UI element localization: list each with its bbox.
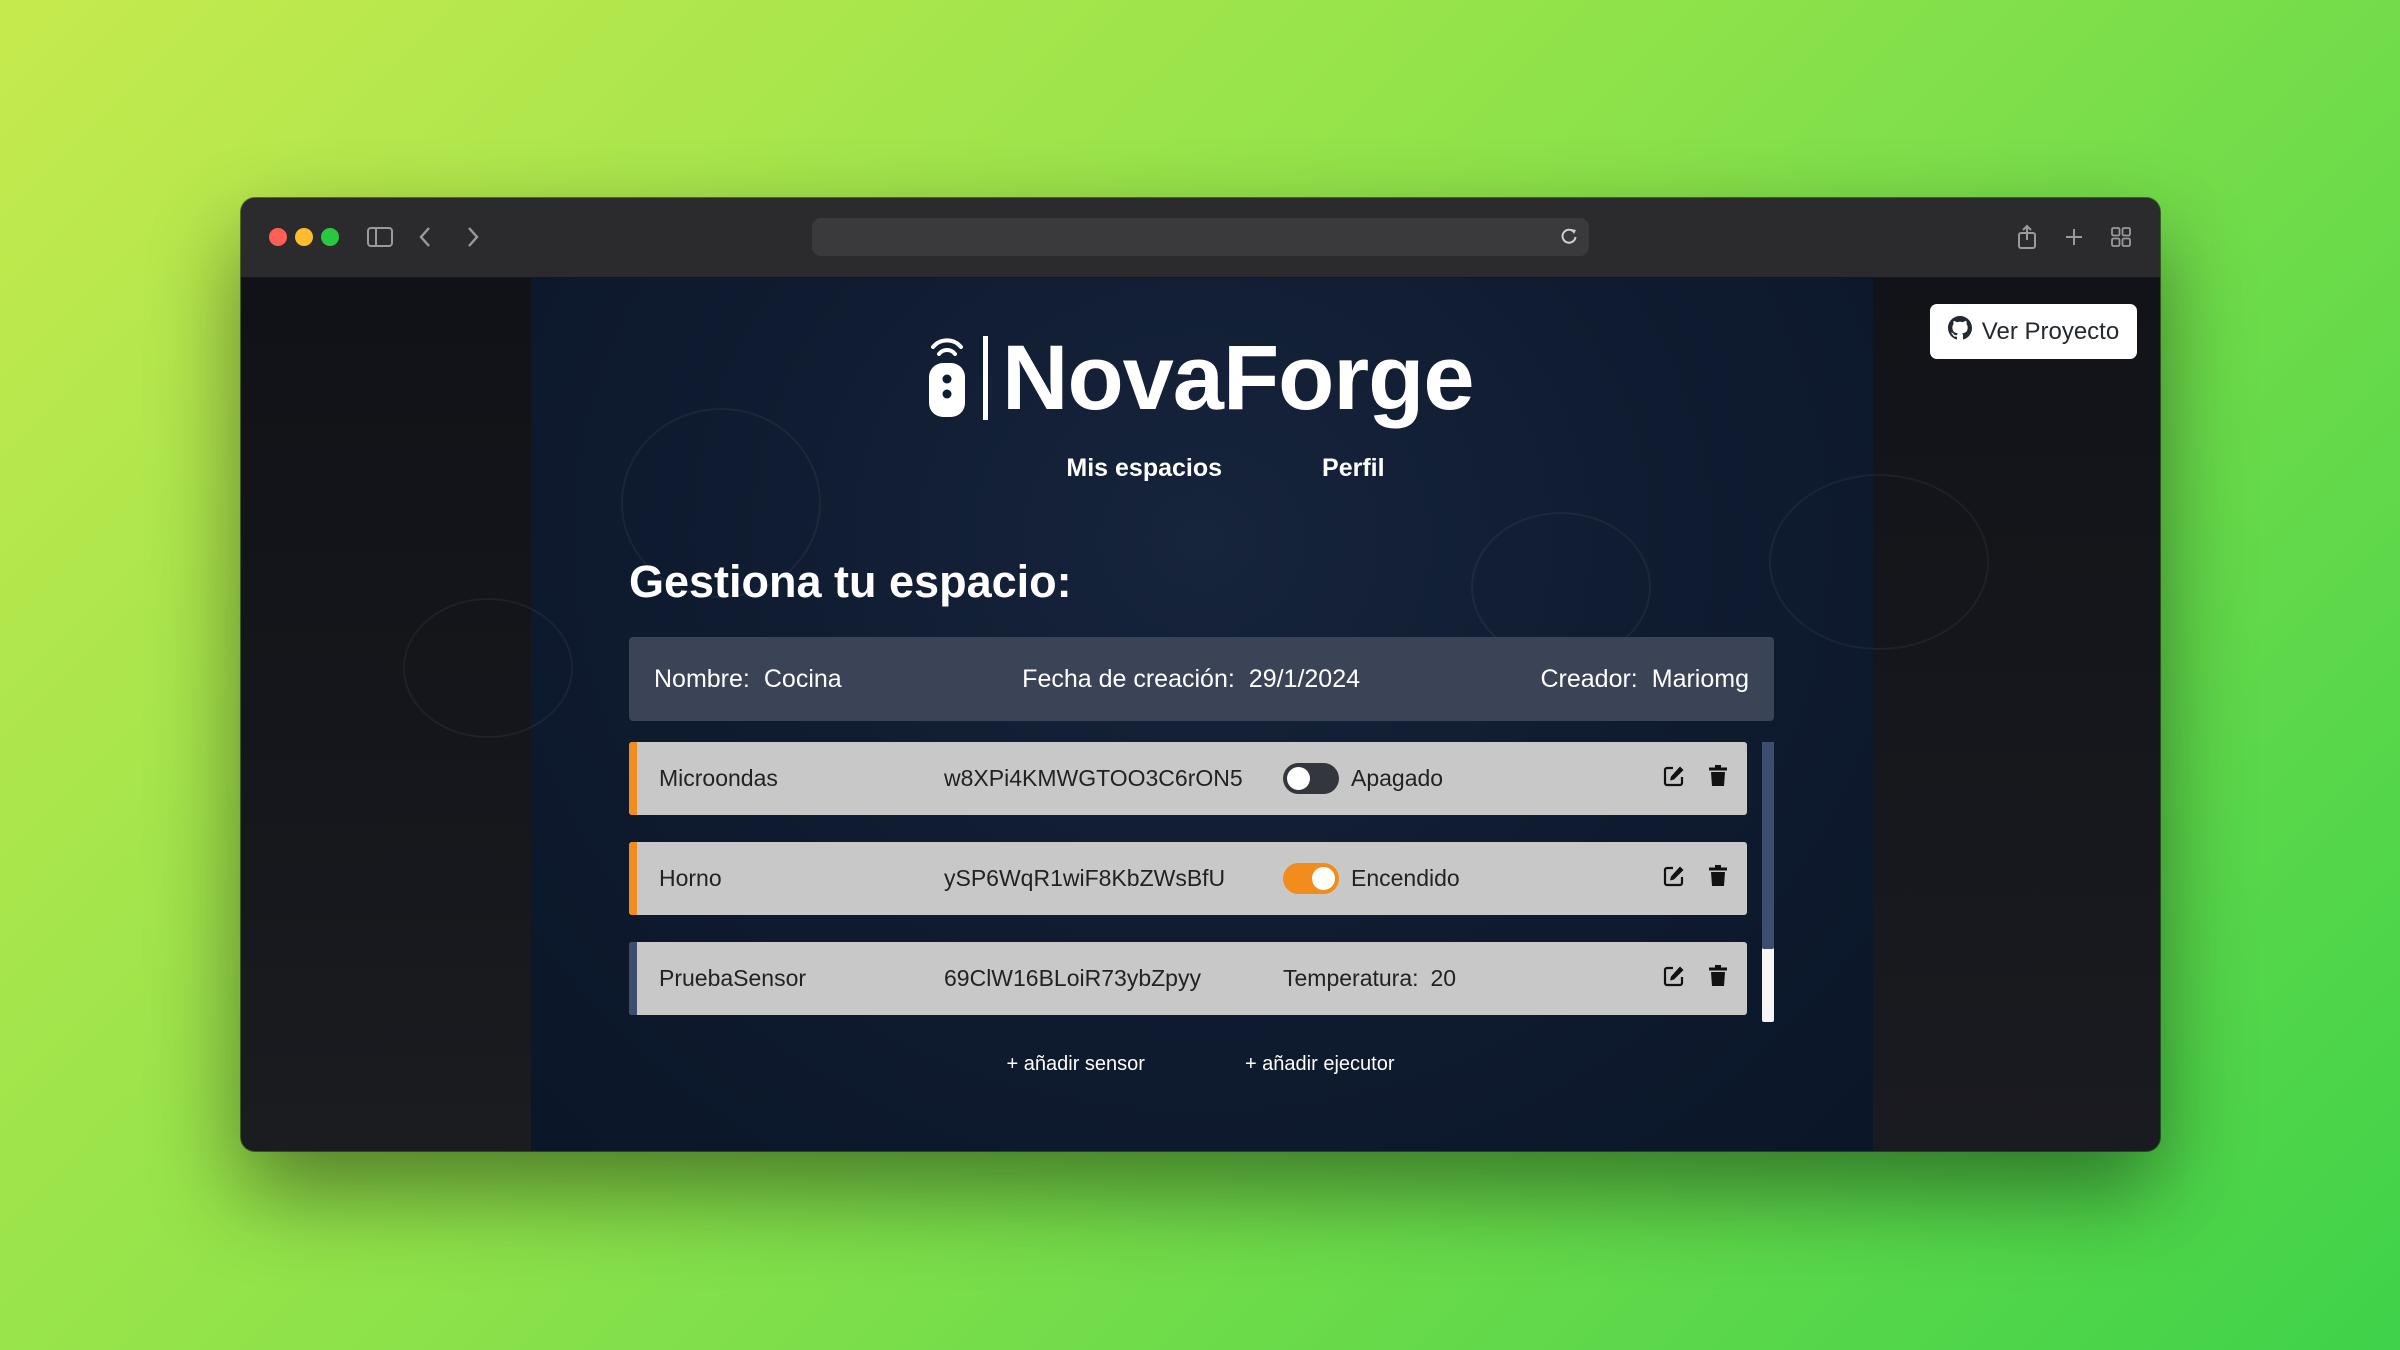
add-sensor-link[interactable]: + añadir sensor bbox=[1007, 1053, 1145, 1076]
sidebar-toggle-icon[interactable] bbox=[365, 220, 395, 254]
device-actions bbox=[1663, 964, 1727, 993]
tab-overview-icon[interactable] bbox=[2109, 220, 2133, 254]
space-info-bar: Nombre: Cocina Fecha de creación: 29/1/202… bbox=[629, 637, 1774, 721]
logo-divider bbox=[983, 336, 988, 420]
brand-name: NovaForge bbox=[1002, 327, 1475, 429]
browser-toolbar bbox=[241, 198, 2160, 278]
device-list-scrollbar[interactable] bbox=[1762, 742, 1774, 1022]
space-name-value: Cocina bbox=[763, 664, 842, 693]
space-date-label: Fecha de creación: bbox=[1022, 664, 1235, 693]
brand-logo[interactable]: NovaForge bbox=[925, 327, 1475, 429]
device-list: Microondas w8XPi4KMWGTOO3C6rON5 Apagado bbox=[629, 742, 1774, 1022]
device-state-label: Encendido bbox=[1351, 865, 1460, 891]
github-button-label: Ver Proyecto bbox=[1981, 317, 2120, 345]
toggle-knob bbox=[1287, 767, 1310, 790]
device-name: Microondas bbox=[659, 765, 778, 791]
new-tab-icon[interactable] bbox=[2062, 220, 2086, 254]
trash-icon[interactable] bbox=[1709, 864, 1727, 893]
add-device-links: + añadir sensor + añadir ejecutor bbox=[241, 1053, 2160, 1076]
github-icon bbox=[1947, 316, 1972, 347]
scrollbar-thumb[interactable] bbox=[1762, 742, 1774, 949]
nav-item-perfil[interactable]: Perfil bbox=[1322, 454, 1385, 483]
device-type-stripe bbox=[629, 842, 637, 915]
page-content: Ver Proyecto NovaForge Mis espacios Perf… bbox=[241, 278, 2160, 1151]
trash-icon[interactable] bbox=[1709, 964, 1727, 993]
device-id: w8XPi4KMWGTOO3C6rON5 bbox=[944, 765, 1243, 791]
nav-item-mis-espacios[interactable]: Mis espacios bbox=[1066, 454, 1222, 483]
share-icon[interactable] bbox=[2015, 220, 2039, 254]
sensor-reading-value: 20 bbox=[1430, 965, 1457, 991]
edit-icon[interactable] bbox=[1663, 865, 1685, 893]
main-nav: Mis espacios Perfil bbox=[241, 454, 2160, 483]
device-name: Horno bbox=[659, 865, 722, 891]
address-bar[interactable] bbox=[812, 218, 1589, 256]
device-row: Microondas w8XPi4KMWGTOO3C6rON5 Apagado bbox=[629, 742, 1747, 815]
device-id: 69ClW16BLoiR73ybZpyy bbox=[944, 965, 1201, 991]
background-right-panel bbox=[1873, 278, 2160, 1151]
space-name: Nombre: Cocina bbox=[654, 665, 842, 694]
device-state: Apagado bbox=[1283, 763, 1443, 794]
device-type-stripe bbox=[629, 942, 637, 1015]
github-project-button[interactable]: Ver Proyecto bbox=[1930, 304, 2137, 359]
space-creator-label: Creador: bbox=[1540, 664, 1638, 693]
toggle-knob bbox=[1312, 867, 1335, 890]
page-title: Gestiona tu espacio: bbox=[629, 556, 1072, 607]
decorative-circle bbox=[1769, 474, 1989, 650]
back-icon[interactable] bbox=[413, 220, 437, 254]
device-id: ySP6WqR1wiF8KbZWsBfU bbox=[944, 865, 1226, 891]
device-state-label: Apagado bbox=[1351, 765, 1444, 791]
close-window-button[interactable] bbox=[269, 228, 287, 246]
power-toggle[interactable] bbox=[1283, 863, 1339, 894]
device-row: Horno ySP6WqR1wiF8KbZWsBfU Encendido bbox=[629, 842, 1747, 915]
space-date: Fecha de creación: 29/1/2024 bbox=[1022, 665, 1360, 694]
minimize-window-button[interactable] bbox=[295, 228, 313, 246]
device-actions bbox=[1663, 864, 1727, 893]
device-name: PruebaSensor bbox=[659, 965, 807, 991]
maximize-window-button[interactable] bbox=[321, 228, 339, 246]
space-creator-value: Mariomg bbox=[1651, 664, 1749, 693]
device-state: Encendido bbox=[1283, 863, 1460, 894]
space-date-value: 29/1/2024 bbox=[1248, 664, 1361, 693]
add-executor-link[interactable]: + añadir ejecutor bbox=[1245, 1053, 1395, 1076]
device-actions bbox=[1663, 764, 1727, 793]
space-creator: Creador: Mariomg bbox=[1540, 665, 1749, 694]
forward-icon[interactable] bbox=[461, 220, 485, 254]
device-type-stripe bbox=[629, 742, 637, 815]
sensor-reading: Temperatura: 20 bbox=[1283, 965, 1456, 992]
device-row: PruebaSensor 69ClW16BLoiR73ybZpyy Temper… bbox=[629, 942, 1747, 1015]
reload-icon[interactable] bbox=[1559, 226, 1579, 251]
browser-window: Ver Proyecto NovaForge Mis espacios Perf… bbox=[241, 198, 2160, 1151]
sensor-reading-label: Temperatura: bbox=[1283, 965, 1419, 991]
space-name-label: Nombre: bbox=[654, 664, 750, 693]
edit-icon[interactable] bbox=[1663, 965, 1685, 993]
edit-icon[interactable] bbox=[1663, 765, 1685, 793]
remote-control-icon bbox=[925, 333, 969, 424]
power-toggle[interactable] bbox=[1283, 763, 1339, 794]
trash-icon[interactable] bbox=[1709, 764, 1727, 793]
decorative-circle bbox=[403, 598, 573, 738]
